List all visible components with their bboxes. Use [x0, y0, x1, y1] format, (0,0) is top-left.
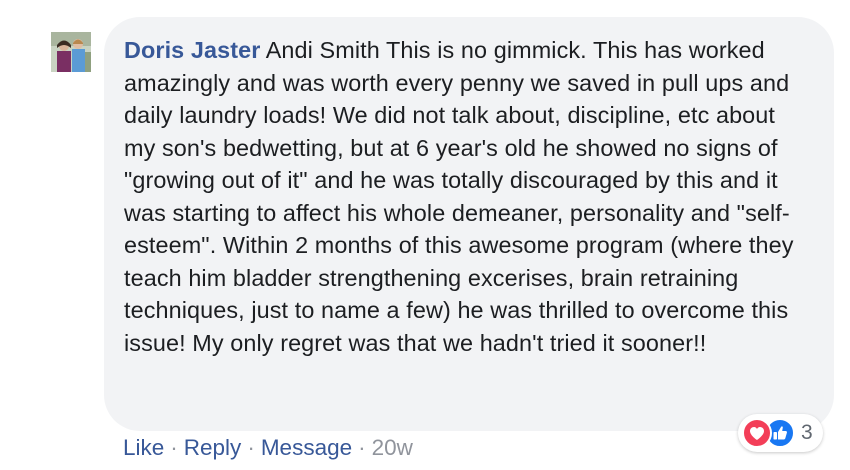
timestamp[interactable]: 20w — [372, 435, 413, 460]
separator: · — [358, 435, 366, 460]
love-icon — [742, 418, 772, 448]
comment-bubble: Doris Jaster Andi Smith This is no gimmi… — [104, 17, 834, 431]
comment-body: Doris Jaster Andi Smith This is no gimmi… — [124, 34, 810, 359]
message-link[interactable]: Message — [261, 435, 352, 460]
avatar[interactable] — [51, 32, 91, 72]
comment-text: Andi Smith This is no gimmick. This has … — [124, 37, 794, 356]
avatar-photo — [51, 32, 91, 72]
separator: · — [247, 435, 255, 460]
reaction-count: 3 — [801, 421, 813, 444]
comment-author[interactable]: Doris Jaster — [124, 37, 260, 63]
reply-link[interactable]: Reply — [184, 435, 242, 460]
separator: · — [170, 435, 178, 460]
comment-actions: Like · Reply · Message · 20w — [123, 433, 413, 463]
like-link[interactable]: Like — [123, 435, 164, 460]
reactions-summary[interactable]: 3 — [738, 414, 823, 452]
